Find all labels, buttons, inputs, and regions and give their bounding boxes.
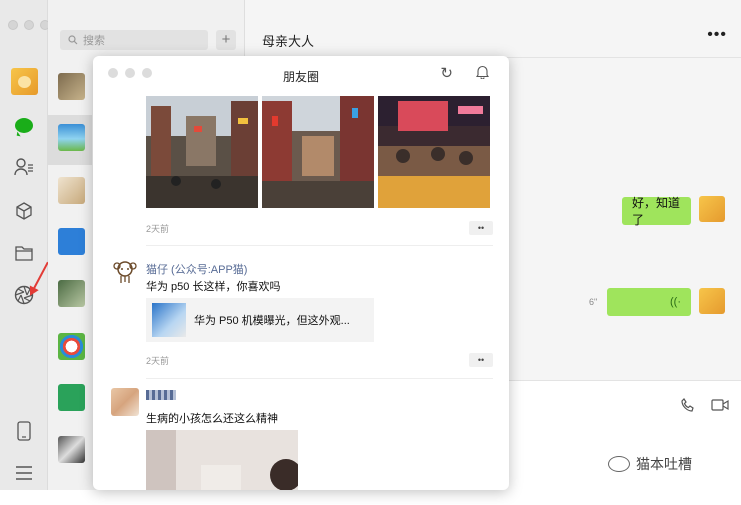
- post-author-name-blurred[interactable]: [146, 390, 176, 400]
- watermark: 猫本吐槽: [608, 454, 692, 474]
- post-author-name[interactable]: 猫仔 (公众号:APP猫): [146, 261, 247, 277]
- post-actions-button[interactable]: ••: [469, 221, 493, 235]
- post-divider: [146, 378, 493, 379]
- shared-link-card[interactable]: 华为 P50 机模曝光，但这外观...: [146, 298, 374, 342]
- moments-window: 朋友圈 ↻ 2天前 •• 猫仔 (公众号:APP猫) 华为 p50 长这样，你喜…: [93, 56, 509, 490]
- window-controls: [8, 20, 50, 30]
- chat-avatar[interactable]: [58, 177, 85, 204]
- post-text: 生病的小孩怎么还这么精神: [146, 413, 278, 425]
- voice-call-icon[interactable]: [681, 398, 695, 415]
- sender-avatar[interactable]: [699, 288, 725, 314]
- chat-avatar[interactable]: [58, 436, 85, 463]
- my-avatar[interactable]: [11, 68, 38, 95]
- post-time: 2天前: [146, 224, 170, 234]
- settings-menu-icon[interactable]: [13, 462, 35, 484]
- chat-avatar[interactable]: [58, 384, 85, 411]
- video-call-icon[interactable]: [711, 398, 729, 414]
- message-text: 好，知道了: [632, 196, 681, 227]
- chat-title: 母亲大人: [262, 34, 315, 49]
- message-bubble[interactable]: 好，知道了: [622, 196, 691, 227]
- chat-avatar[interactable]: [58, 228, 85, 255]
- sender-avatar[interactable]: [699, 196, 725, 222]
- more-options-button[interactable]: •••: [707, 26, 727, 44]
- favorites-cube-icon[interactable]: [13, 200, 35, 222]
- post-photo[interactable]: [378, 96, 490, 208]
- post-time: 2天前: [146, 356, 170, 366]
- wechat-official-account-icon: [608, 456, 630, 472]
- notification-bell-icon[interactable]: [475, 65, 490, 82]
- voice-duration: 6": [589, 297, 598, 307]
- chat-header: 母亲大人 •••: [245, 18, 741, 58]
- watermark-text: 猫本吐槽: [636, 456, 692, 472]
- post-photo[interactable]: [146, 430, 298, 490]
- post-photo[interactable]: [146, 96, 258, 208]
- refresh-icon[interactable]: ↻: [440, 64, 453, 82]
- chat-avatar[interactable]: [58, 333, 85, 360]
- shared-link-thumbnail: [152, 303, 186, 337]
- chat-icon[interactable]: [13, 114, 35, 136]
- chat-avatar[interactable]: [58, 124, 85, 151]
- shared-link-title: 华为 P50 机模曝光，但这外观...: [194, 315, 350, 327]
- post-author-avatar[interactable]: [111, 388, 139, 416]
- left-sidebar: [0, 0, 50, 490]
- wechat-window: 搜索 + 母亲大人 ••• 好，知道了 6" ((· 朋友圈 ↻ 2天前 •• …: [0, 0, 741, 505]
- minimize-window-button[interactable]: [24, 20, 34, 30]
- voice-wave-icon: ((·: [670, 296, 681, 308]
- search-icon: [68, 35, 78, 45]
- search-input[interactable]: 搜索: [60, 30, 208, 50]
- chat-avatar[interactable]: [58, 280, 85, 307]
- contacts-icon[interactable]: [13, 156, 35, 178]
- search-placeholder: 搜索: [83, 35, 105, 47]
- post-author-avatar[interactable]: [111, 258, 139, 286]
- mobile-phone-icon[interactable]: [13, 420, 35, 442]
- post-divider: [146, 245, 493, 246]
- chat-avatar[interactable]: [58, 73, 85, 100]
- red-annotation-arrow: [30, 261, 49, 295]
- files-folder-icon[interactable]: [13, 242, 35, 264]
- voice-message-bubble[interactable]: ((·: [607, 288, 691, 316]
- add-chat-button[interactable]: +: [216, 30, 236, 50]
- post-text: 华为 p50 长这样，你喜欢吗: [146, 281, 281, 293]
- post-photo[interactable]: [262, 96, 374, 208]
- post-actions-button[interactable]: ••: [469, 353, 493, 367]
- close-window-button[interactable]: [8, 20, 18, 30]
